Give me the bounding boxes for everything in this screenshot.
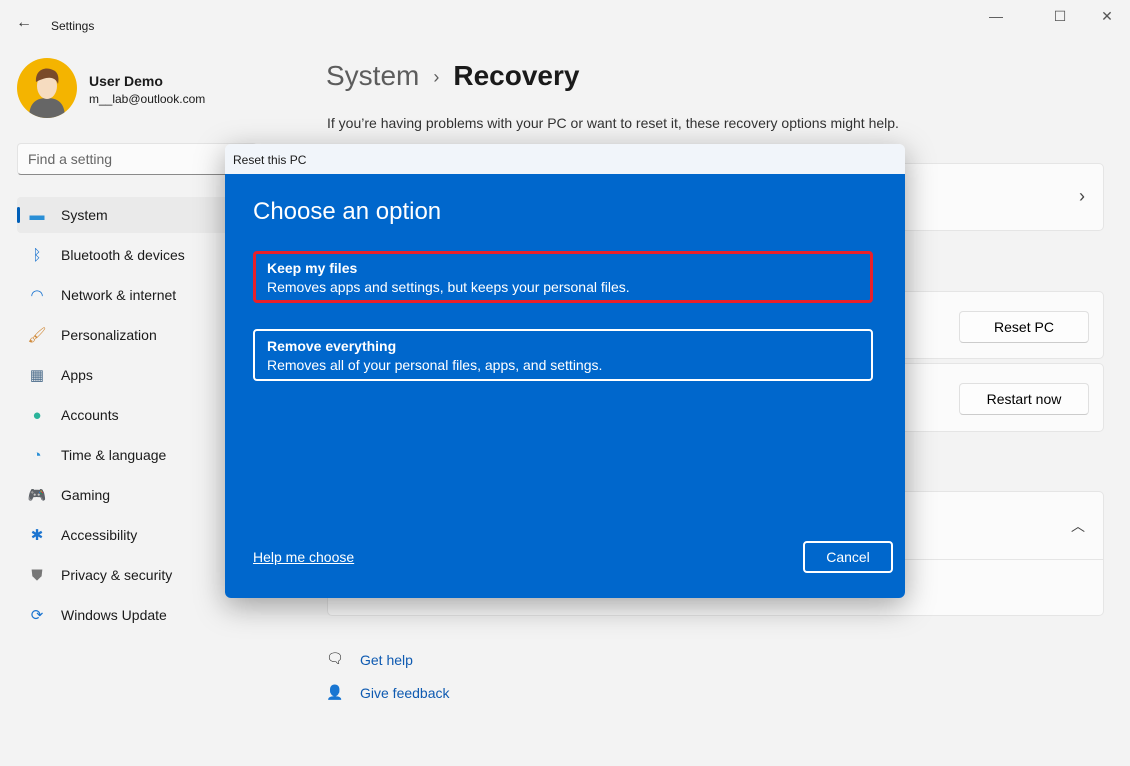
reset-dialog: Reset this PC Choose an option Keep my f… [225,144,905,598]
monitor-icon: ▬ [29,206,45,224]
cancel-button[interactable]: Cancel [803,541,893,573]
app-title: Settings [51,19,95,33]
sidebar-item-label: Windows Update [61,607,167,623]
breadcrumb: System › Recovery [326,60,579,92]
user-name: User Demo [89,73,163,89]
option-description: Removes apps and settings, but keeps you… [267,279,630,295]
sidebar-item-label: Personalization [61,327,157,343]
dialog-title: Reset this PC [225,144,905,174]
reset-pc-button[interactable]: Reset PC [959,311,1089,343]
chevron-right-icon: › [433,67,440,88]
sidebar-item-label: Accessibility [61,527,138,543]
chevron-up-icon[interactable]: ︿ [1071,516,1085,536]
sidebar-item-label: Time & language [61,447,167,463]
give-feedback-link[interactable]: Give feedback [360,685,450,701]
dialog-heading: Choose an option [253,198,442,225]
bluetooth-icon: ᛒ [32,246,42,264]
sidebar-item-label: Privacy & security [61,567,173,583]
sidebar-item-label: Gaming [61,487,111,503]
sidebar-item-personalization[interactable]: 🖌 Personalization [17,317,232,353]
breadcrumb-system[interactable]: System [326,60,419,91]
sidebar-item-privacy-security[interactable]: ⛊ Privacy & security [17,557,232,593]
accessibility-icon: ✱ [30,527,44,544]
sidebar-item-label: Bluetooth & devices [61,247,185,263]
sidebar-item-time-language[interactable]: ◔ Time & language [17,437,232,473]
page-description: If you’re having problems with your PC o… [327,115,899,131]
back-arrow-icon[interactable]: ← [16,14,32,32]
globe-clock-icon: ◔ [32,446,42,464]
option-keep-my-files[interactable]: Keep my files Removes apps and settings,… [253,251,873,303]
update-icon: ⟳ [30,607,44,624]
sidebar-item-accounts[interactable]: ● Accounts [17,397,232,433]
sidebar-item-label: System [61,207,108,223]
page-title: Recovery [453,60,580,91]
sidebar-item-windows-update[interactable]: ⟳ Windows Update [17,597,232,633]
person-icon: ● [32,406,42,424]
sidebar-item-bluetooth-devices[interactable]: ᛒ Bluetooth & devices [17,237,232,273]
get-help-link[interactable]: Get help [360,652,413,668]
sidebar-item-network-internet[interactable]: ◠ Network & internet [17,277,232,313]
sidebar-item-label: Accounts [61,407,119,423]
gamepad-icon: 🎮 [27,487,47,504]
close-icon[interactable]: ✕ [1092,8,1122,28]
sidebar-item-apps[interactable]: ▦ Apps [17,357,232,393]
option-title: Keep my files [267,260,358,276]
sidebar-item-gaming[interactable]: 🎮 Gaming [17,477,232,513]
sidebar-item-system[interactable]: ▬ System [17,197,232,233]
option-title: Remove everything [267,338,397,354]
restart-now-button[interactable]: Restart now [959,383,1089,415]
chevron-right-icon: › [1079,186,1085,206]
brush-icon: 🖌 [27,327,47,344]
option-remove-everything[interactable]: Remove everything Removes all of your pe… [253,329,873,381]
title-bar: ← Settings — ☐ ✕ [0,0,1130,50]
sidebar-item-label: Network & internet [61,287,177,303]
shield-icon: ⛊ [31,566,43,584]
avatar[interactable] [17,58,77,118]
help-icon: 🗨 [326,650,344,666]
search-input[interactable]: Find a setting [17,143,257,175]
sidebar-item-label: Apps [61,367,93,383]
help-me-choose-link[interactable]: Help me choose [253,549,354,565]
active-indicator [17,207,20,223]
feedback-icon: 👤 [326,684,344,700]
option-description: Removes all of your personal files, apps… [267,357,603,373]
wifi-icon: ◠ [30,287,44,304]
user-email: m__lab@outlook.com [89,92,206,106]
apps-icon: ▦ [29,367,45,384]
sidebar-item-accessibility[interactable]: ✱ Accessibility [17,517,232,553]
minimize-icon[interactable]: — [981,8,1011,28]
maximize-icon[interactable]: ☐ [1045,8,1075,28]
